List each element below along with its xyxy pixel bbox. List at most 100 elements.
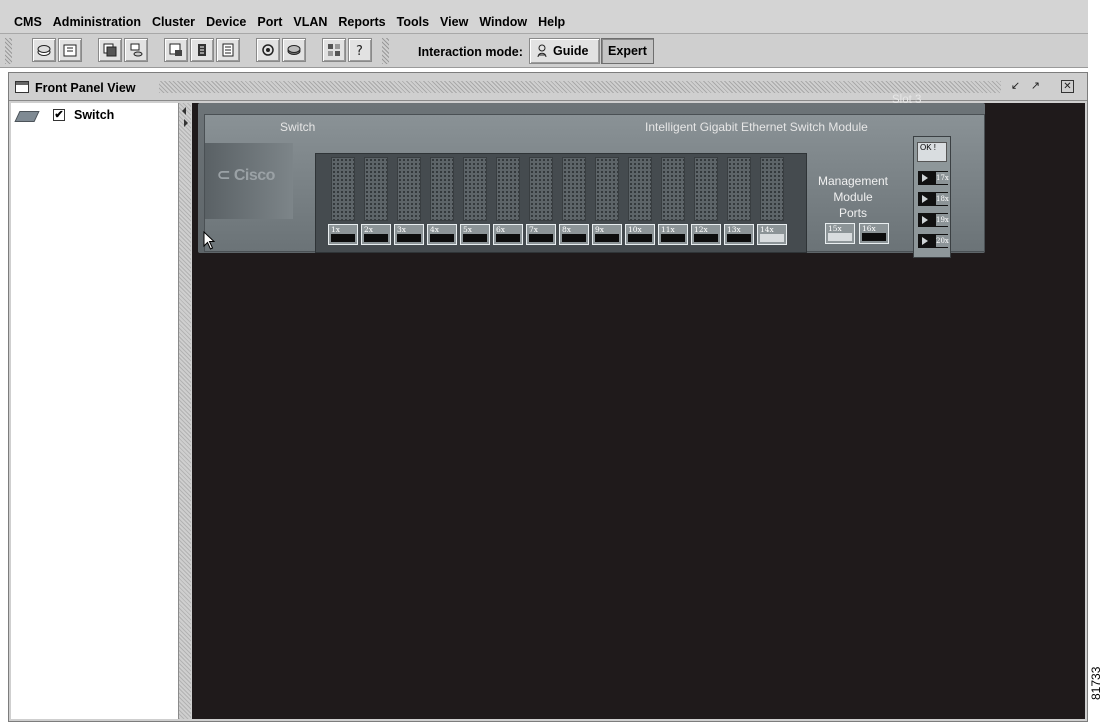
expert-mode-button[interactable]: Expert (601, 38, 654, 64)
copy-icon[interactable] (98, 38, 122, 62)
port-label: 4x (430, 225, 440, 234)
management-module-ports-label: Management Module Ports (808, 173, 898, 221)
port-jack (727, 234, 751, 242)
cisco-logo: ⊂ Cisco (217, 167, 275, 184)
port-jack (463, 234, 487, 242)
menu-cluster[interactable]: Cluster (152, 15, 195, 29)
port-2x[interactable]: 2x (361, 224, 391, 245)
port-jack (595, 234, 619, 242)
blade-slot (562, 157, 586, 221)
uplink-port-17x[interactable]: 17x (918, 171, 949, 185)
guide-label: Guide (553, 44, 589, 58)
port-8x[interactable]: 8x (559, 224, 589, 245)
port-label: 10x (628, 225, 642, 234)
menu-cms[interactable]: CMS (14, 15, 42, 29)
configure-icon[interactable] (124, 38, 148, 62)
guide-mode-button[interactable]: Guide (529, 38, 600, 64)
port-3x[interactable]: 3x (394, 224, 424, 245)
maximize-icon[interactable]: ↗ (1029, 80, 1042, 93)
port-jack (862, 233, 886, 241)
blade-slot (595, 157, 619, 221)
figure-id: 81733 (1089, 666, 1103, 700)
uplink-module[interactable]: OK ! 17x 18x 19x 20x (913, 136, 951, 258)
blade-slot (727, 157, 751, 221)
menu-help[interactable]: Help (538, 15, 565, 29)
blade-slot (364, 157, 388, 221)
menu-administration[interactable]: Administration (53, 15, 141, 29)
window-title: Front Panel View (35, 81, 136, 95)
port-link-icon (922, 174, 928, 182)
blade-slot (331, 157, 355, 221)
uplink-port-19x[interactable]: 19x (918, 213, 949, 227)
mgmt-label-line1: Management (817, 174, 889, 188)
port-label: 13x (727, 225, 741, 234)
menu-port[interactable]: Port (257, 15, 282, 29)
blade-slot (661, 157, 685, 221)
open-device-icon[interactable] (32, 38, 56, 62)
close-icon[interactable]: ✕ (1061, 80, 1074, 93)
slot-label: Slot 3 (892, 94, 922, 106)
port-label: 18x (936, 193, 949, 205)
minimize-icon[interactable]: ↙ (1009, 80, 1022, 93)
device-tree: ✔ Switch (11, 103, 179, 719)
properties-icon[interactable] (58, 38, 82, 62)
toolbar-grip-2[interactable] (382, 38, 389, 64)
window-icon (15, 81, 29, 93)
port-jack (628, 234, 652, 242)
menu-window[interactable]: Window (479, 15, 527, 29)
port-11x[interactable]: 11x (658, 224, 688, 245)
port-7x[interactable]: 7x (526, 224, 556, 245)
port-10x[interactable]: 10x (625, 224, 655, 245)
port-6x[interactable]: 6x (493, 224, 523, 245)
port-jack (694, 234, 718, 242)
port-jack (430, 234, 454, 242)
save-icon[interactable] (282, 38, 306, 62)
port-13x[interactable]: 13x (724, 224, 754, 245)
mgmt-port-15x[interactable]: 15x (825, 223, 855, 244)
port-label: 12x (694, 225, 708, 234)
help-icon[interactable]: ? (348, 38, 372, 62)
port-label: 3x (397, 225, 407, 234)
refresh-icon[interactable] (256, 38, 280, 62)
switch-icon (14, 111, 40, 122)
port-9x[interactable]: 9x (592, 224, 622, 245)
front-panel-window: Front Panel View ↙ ↗ ✕ ✔ Switch Slot 3 ⊂… (8, 72, 1088, 722)
port-label: 7x (529, 225, 539, 234)
inventory-icon[interactable] (190, 38, 214, 62)
layout-icon[interactable] (322, 38, 346, 62)
device-view-icon[interactable] (164, 38, 188, 62)
switch-module[interactable]: ⊂ Cisco Switch Intelligent Gigabit Ether… (204, 114, 985, 258)
menu-vlan[interactable]: VLAN (293, 15, 327, 29)
port-jack (496, 234, 520, 242)
uplink-port-20x[interactable]: 20x (918, 234, 949, 248)
port-5x[interactable]: 5x (460, 224, 490, 245)
menu-reports[interactable]: Reports (338, 15, 385, 29)
port-1x[interactable]: 1x (328, 224, 358, 245)
switch-checkbox[interactable]: ✔ (53, 109, 65, 121)
port-label: 11x (661, 225, 675, 234)
tree-item-switch[interactable]: Switch (74, 108, 114, 122)
collapse-right-icon[interactable] (184, 119, 188, 127)
port-label: 2x (364, 225, 374, 234)
window-title-bar[interactable]: Front Panel View ↙ ↗ ✕ (9, 73, 1087, 101)
mgmt-port-16x[interactable]: 16x (859, 223, 889, 244)
port-4x[interactable]: 4x (427, 224, 457, 245)
port-label: 14x (760, 225, 774, 234)
port-label: 16x (862, 224, 876, 233)
port-link-icon (922, 216, 928, 224)
report-icon[interactable] (216, 38, 240, 62)
collapse-left-icon[interactable] (182, 107, 186, 115)
port-14x[interactable]: 14x (757, 224, 787, 245)
switch-chassis[interactable]: Slot 3 ⊂ Cisco Switch Intelligent Gigabi… (198, 94, 985, 258)
splitter[interactable] (179, 103, 191, 719)
menu-tools[interactable]: Tools (397, 15, 429, 29)
toolbar-grip[interactable] (5, 38, 12, 64)
expert-label: Expert (608, 44, 647, 58)
port-12x[interactable]: 12x (691, 224, 721, 245)
menu-view[interactable]: View (440, 15, 468, 29)
menu-device[interactable]: Device (206, 15, 246, 29)
switch-label: Switch (280, 120, 316, 134)
uplink-port-18x[interactable]: 18x (918, 192, 949, 206)
blade-slot (694, 157, 718, 221)
port-link-icon (922, 237, 928, 245)
